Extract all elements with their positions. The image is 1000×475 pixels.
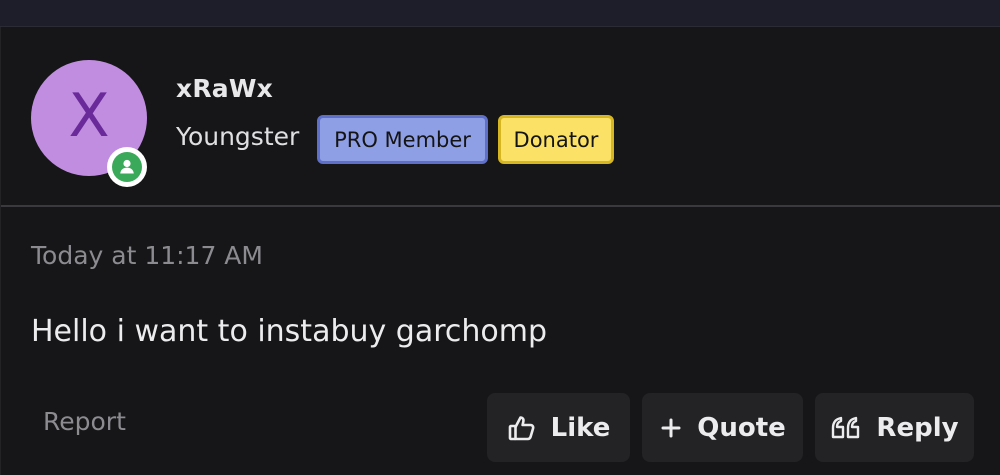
- plus-icon: [659, 416, 683, 440]
- like-label: Like: [550, 412, 611, 443]
- pro-member-badge: PRO Member: [317, 115, 488, 164]
- user-header: X xRaWx Youngster PRO Member Donator: [1, 27, 1000, 207]
- avatar-letter: X: [68, 81, 110, 151]
- like-button[interactable]: Like: [487, 393, 630, 462]
- online-status-badge: [107, 147, 147, 187]
- quote-button[interactable]: Quote: [642, 393, 803, 462]
- user-title: Youngster: [176, 122, 300, 151]
- post-message: Hello i want to instabuy garchomp: [31, 314, 548, 349]
- quote-marks-icon: [830, 414, 862, 442]
- post-timestamp[interactable]: Today at 11:17 AM: [31, 241, 263, 270]
- quote-label: Quote: [697, 412, 786, 443]
- user-online-icon: [112, 152, 142, 182]
- report-link[interactable]: Report: [43, 407, 126, 436]
- reply-button[interactable]: Reply: [815, 393, 974, 462]
- username-link[interactable]: xRaWx: [176, 74, 273, 103]
- donator-badge: Donator: [498, 115, 614, 164]
- reply-label: Reply: [876, 412, 959, 443]
- top-bar: [0, 0, 1000, 27]
- thumbs-up-icon: [507, 413, 537, 443]
- post-card: X xRaWx Youngster PRO Member Donator Tod…: [0, 27, 1000, 475]
